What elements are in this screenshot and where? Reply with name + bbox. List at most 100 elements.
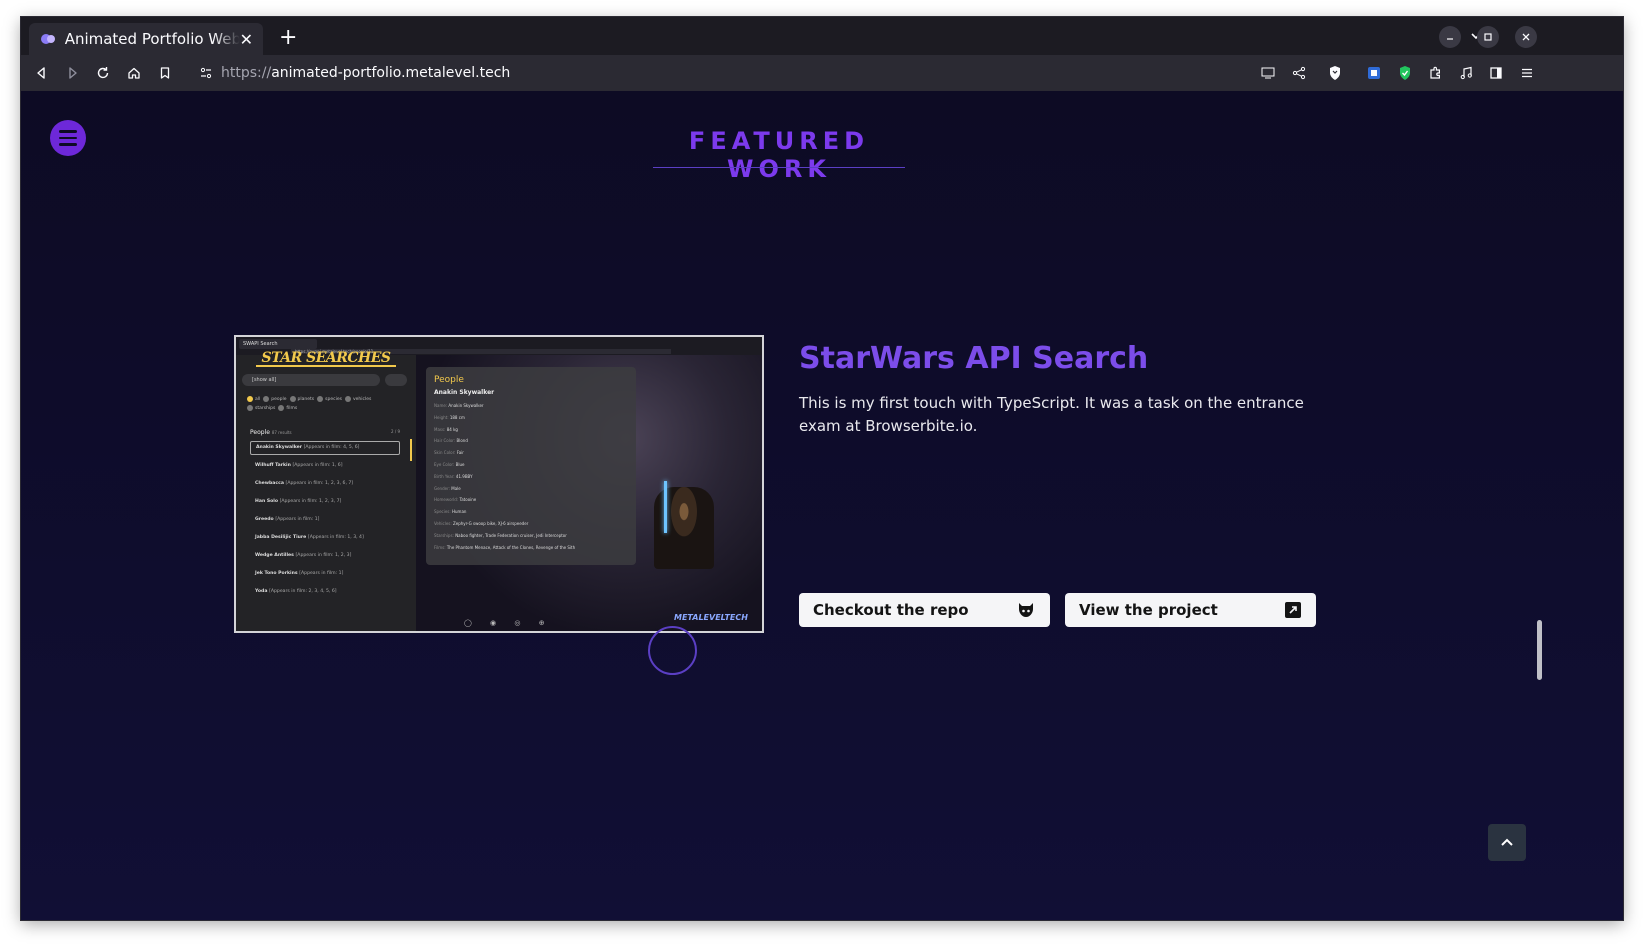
extensions-icon[interactable] <box>1423 61 1447 85</box>
screenshot-list-item: Wilhuff Tarkin [Appears in film: 1, 6] <box>255 463 343 468</box>
chevron-up-icon <box>1501 838 1513 846</box>
reload-icon[interactable] <box>91 61 115 85</box>
screenshot-list-item: Jek Tono Porkins [Appears in film: 1] <box>255 571 344 576</box>
screenshot-people-list: Anakin Skywalker [Appears in film: 4, 5,… <box>250 441 400 603</box>
section-title: FEATURED WORK <box>688 127 870 183</box>
forward-icon[interactable] <box>60 61 84 85</box>
scroll-to-top-button[interactable] <box>1488 824 1526 861</box>
tab-animated-portfolio[interactable]: Animated Portfolio Website ✕ <box>29 23 263 55</box>
screenshot-search-field: [show all] <box>242 374 380 386</box>
animated-cursor-ring <box>648 626 697 675</box>
hamburger-menu-icon <box>59 128 77 148</box>
password-manager-icon[interactable] <box>1362 61 1386 85</box>
portfolio-favicon-icon <box>39 30 57 48</box>
screenshot-detail-row: Hair Color: Blond <box>434 438 468 444</box>
screenshot-detail-row: Height: 188 cm <box>434 414 465 420</box>
screenshot-detail-row: Starships: Naboo fighter, Trade Federati… <box>434 532 567 538</box>
project-description: This is my first touch with TypeScript. … <box>799 394 1304 435</box>
minimize-icon[interactable] <box>1439 26 1461 48</box>
screenshot-list-item: Wedge Antilles [Appears in film: 1, 2, 3… <box>255 553 352 558</box>
checkout-repo-button[interactable]: Checkout the repo <box>799 593 1050 627</box>
screenshot-detail-row: Species: Human <box>434 509 467 515</box>
url-bar[interactable]: https://animated-portfolio.metalevel.tec… <box>191 58 1255 88</box>
screenshot-detail-row: Eye Color: Blue <box>434 461 465 467</box>
screenshot-filter-label: all <box>255 397 261 402</box>
tab-close-icon[interactable]: ✕ <box>240 30 253 49</box>
screenshot-card-heading: People <box>434 375 464 385</box>
screenshot-detail-row: Homeworld: Tatooine <box>434 497 477 503</box>
screenshot-tab: SWAPI Search <box>239 339 317 349</box>
screenshot-detail-card: People Anakin Skywalker Name: Anakin Sky… <box>426 367 636 565</box>
screenshot-filter-label: species <box>325 397 342 402</box>
screenshot-brand-logo: METALEVELTECH <box>674 613 748 622</box>
screenshot-details: Name: Anakin Skywalker Height: 188 cm Mass… <box>434 400 628 553</box>
site-info-icon[interactable] <box>199 66 213 80</box>
screenshot-filter-radio <box>289 395 296 402</box>
screenshot-filter-radio <box>247 395 253 402</box>
screenshot-people-header: People 87 results 2 / 9 <box>250 429 400 436</box>
screenshot-pager: 2 / 9 <box>391 429 400 434</box>
page-content: FEATURED WORK SWAPI Search https://swapi… <box>21 91 1623 920</box>
view-project-label: View the project <box>1079 601 1218 619</box>
home-icon[interactable] <box>122 61 146 85</box>
screenshot-results-count: 87 results <box>271 430 292 435</box>
screenshot-filter-label: films <box>286 406 298 411</box>
screenshot-detail-row: Films: The Phantom Menace, Attack of the… <box>434 544 576 550</box>
screenshot-list-item: Han Solo [Appears in film: 1, 2, 3, 7] <box>255 499 342 504</box>
cast-icon[interactable] <box>1256 61 1280 85</box>
navigation-bar: https://animated-portfolio.metalevel.tec… <box>21 55 1623 91</box>
media-icon[interactable] <box>1454 61 1478 85</box>
bookmark-icon[interactable] <box>153 61 177 85</box>
screenshot-filter-label: vehicles <box>352 397 372 402</box>
screenshot-filter-radio <box>344 395 351 402</box>
screenshot-filter-row: starships films <box>244 404 414 413</box>
screenshot-filter-label: people <box>271 397 287 402</box>
screenshot-filters: all people planets species vehicles starship… <box>244 395 414 413</box>
project-screenshot[interactable]: SWAPI Search https://swapi.metalevel.tec… <box>234 335 764 633</box>
screenshot-scrollbar <box>410 439 412 461</box>
maximize-icon[interactable] <box>1477 26 1499 48</box>
screenshot-detail-row: Name: Anakin Skywalker <box>434 403 484 408</box>
screenshot-detail-row: Birth Year: 41.9BBY <box>434 473 473 479</box>
screenshot-list-item: Yoda [Appears in film: 2, 3, 4, 5, 6] <box>255 589 337 594</box>
brave-shield-icon[interactable] <box>1323 61 1347 85</box>
ad-block-shield-icon[interactable] <box>1393 61 1417 85</box>
screenshot-filter-label: starships <box>255 406 276 411</box>
project-title: StarWars API Search <box>799 341 1149 376</box>
screenshot-list-item: Anakin Skywalker [Appears in film: 4, 5,… <box>250 441 400 455</box>
section-title-underline <box>653 167 905 168</box>
view-project-button[interactable]: View the project <box>1065 593 1316 627</box>
page-scrollbar-thumb[interactable] <box>1537 620 1542 680</box>
github-icon <box>1016 601 1036 619</box>
screenshot-list-item: Greedo [Appears in film: 1] <box>255 517 320 522</box>
close-window-icon[interactable] <box>1515 26 1537 48</box>
screenshot-card-name: Anakin Skywalker <box>434 389 495 396</box>
share-icon[interactable] <box>1287 61 1311 85</box>
screenshot-footer-icons: ◯ ◉ ◎ ⊕ <box>464 619 553 627</box>
new-tab-button[interactable]: + <box>279 27 297 49</box>
screenshot-filter-radio <box>263 395 270 402</box>
screenshot-people-label: People <box>250 429 270 436</box>
screenshot-list-item: Jabba Desilijic Tiure [Appears in film: … <box>255 535 364 540</box>
screenshot-detail-row: Gender: Male <box>434 485 461 491</box>
screenshot-detail-row: Vehicles: Zephyr-G swoop bike, XJ-6 airs… <box>434 520 529 526</box>
tab-title: Animated Portfolio Website <box>64 30 240 48</box>
screenshot-filter-radio <box>317 395 324 402</box>
checkout-repo-label: Checkout the repo <box>813 601 969 619</box>
screenshot-logo: STAR SEARCHES <box>256 351 396 367</box>
tab-strip: Animated Portfolio Website ✕ + <box>21 17 1623 55</box>
app-menu-icon[interactable] <box>1515 61 1539 85</box>
screenshot-detail-row: Mass: 84 kg <box>434 426 458 432</box>
screenshot-character-figure <box>654 487 714 569</box>
hamburger-menu-button[interactable] <box>50 120 86 156</box>
back-icon[interactable] <box>30 61 54 85</box>
screenshot-search-icon <box>385 374 407 386</box>
screenshot-lightsaber <box>664 481 667 533</box>
sidebar-icon[interactable] <box>1484 61 1508 85</box>
screenshot-detail-row: Skin Color: Fair <box>434 450 464 456</box>
screenshot-filter-radio <box>278 404 285 411</box>
external-link-icon <box>1284 601 1302 619</box>
screenshot-filter-radio <box>247 404 253 411</box>
browser-window: Animated Portfolio Website ✕ + <box>21 17 1623 920</box>
screenshot-filter-label: planets <box>297 397 315 402</box>
